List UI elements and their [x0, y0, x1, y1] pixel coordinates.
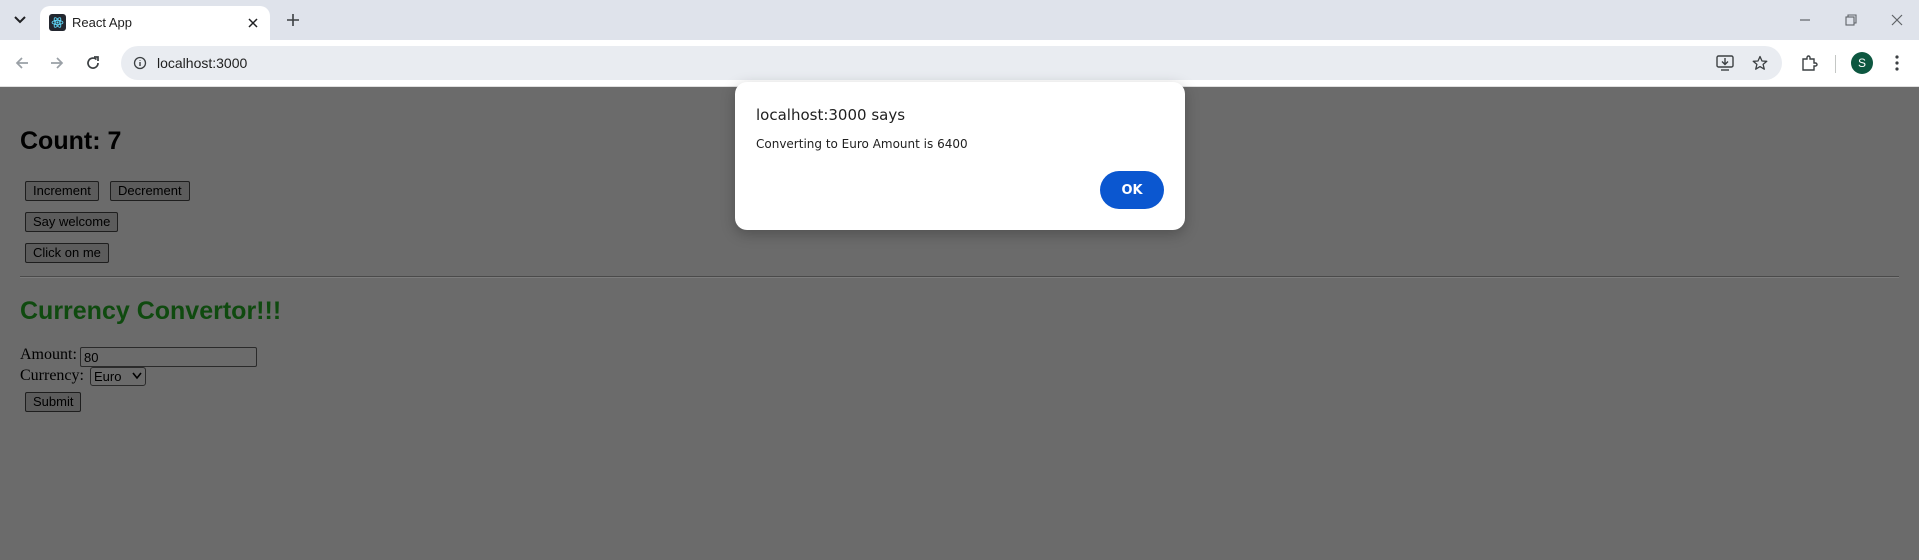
- currency-select[interactable]: Euro: [90, 367, 146, 386]
- plus-icon: [287, 14, 299, 26]
- close-icon: [1891, 14, 1903, 26]
- divider: [20, 276, 1899, 278]
- extensions-icon[interactable]: [1796, 50, 1822, 76]
- address-bar[interactable]: localhost:3000: [121, 46, 1782, 80]
- currency-label: Currency:: [20, 367, 84, 384]
- minimize-button[interactable]: [1791, 6, 1819, 34]
- profile-avatar[interactable]: S: [1851, 52, 1873, 74]
- alert-dialog: localhost:3000 says Converting to Euro A…: [735, 82, 1185, 230]
- amount-label: Amount:: [20, 346, 77, 363]
- back-button[interactable]: [7, 48, 37, 78]
- currency-selected-value: Euro: [94, 369, 122, 384]
- window-close-button[interactable]: [1883, 6, 1911, 34]
- chevron-down-icon: [14, 16, 26, 24]
- site-info-icon[interactable]: [129, 52, 151, 74]
- click-on-me-button[interactable]: Click on me: [25, 243, 109, 263]
- dialog-title: localhost:3000 says: [756, 106, 906, 124]
- tab-close-button[interactable]: [243, 13, 263, 33]
- reload-button[interactable]: [78, 48, 108, 78]
- submit-button[interactable]: Submit: [25, 392, 82, 412]
- forward-button[interactable]: [42, 48, 72, 78]
- count-heading: Count: 7: [20, 127, 122, 155]
- amount-input[interactable]: [80, 347, 257, 367]
- currency-heading: Currency Convertor!!!: [20, 297, 282, 325]
- url-text: localhost:3000: [157, 55, 248, 71]
- tab-title: React App: [72, 15, 132, 30]
- close-icon: [248, 18, 258, 28]
- kebab-menu-icon[interactable]: [1884, 50, 1910, 76]
- dialog-message: Converting to Euro Amount is 6400: [756, 137, 968, 151]
- restore-button[interactable]: [1837, 6, 1865, 34]
- decrement-button[interactable]: Decrement: [110, 181, 190, 201]
- say-welcome-button[interactable]: Say welcome: [25, 212, 119, 232]
- new-tab-button[interactable]: [281, 8, 305, 32]
- tab-search-button[interactable]: [6, 8, 34, 32]
- ok-button[interactable]: OK: [1100, 171, 1164, 209]
- toolbar-divider: [1835, 55, 1836, 73]
- bookmark-star-icon[interactable]: [1749, 52, 1771, 74]
- chevron-down-icon: [132, 372, 142, 380]
- browser-toolbar: localhost:3000 S: [0, 40, 1919, 87]
- reload-icon: [87, 56, 99, 69]
- arrow-left-icon: [15, 57, 28, 69]
- install-app-icon[interactable]: [1714, 52, 1736, 74]
- arrow-right-icon: [51, 57, 64, 69]
- react-icon: [49, 14, 66, 31]
- minimize-icon: [1800, 19, 1810, 21]
- tab-strip: React App: [0, 0, 1919, 40]
- increment-button[interactable]: Increment: [25, 181, 99, 201]
- restore-icon: [1845, 14, 1857, 26]
- tab-react-app[interactable]: React App: [40, 6, 270, 40]
